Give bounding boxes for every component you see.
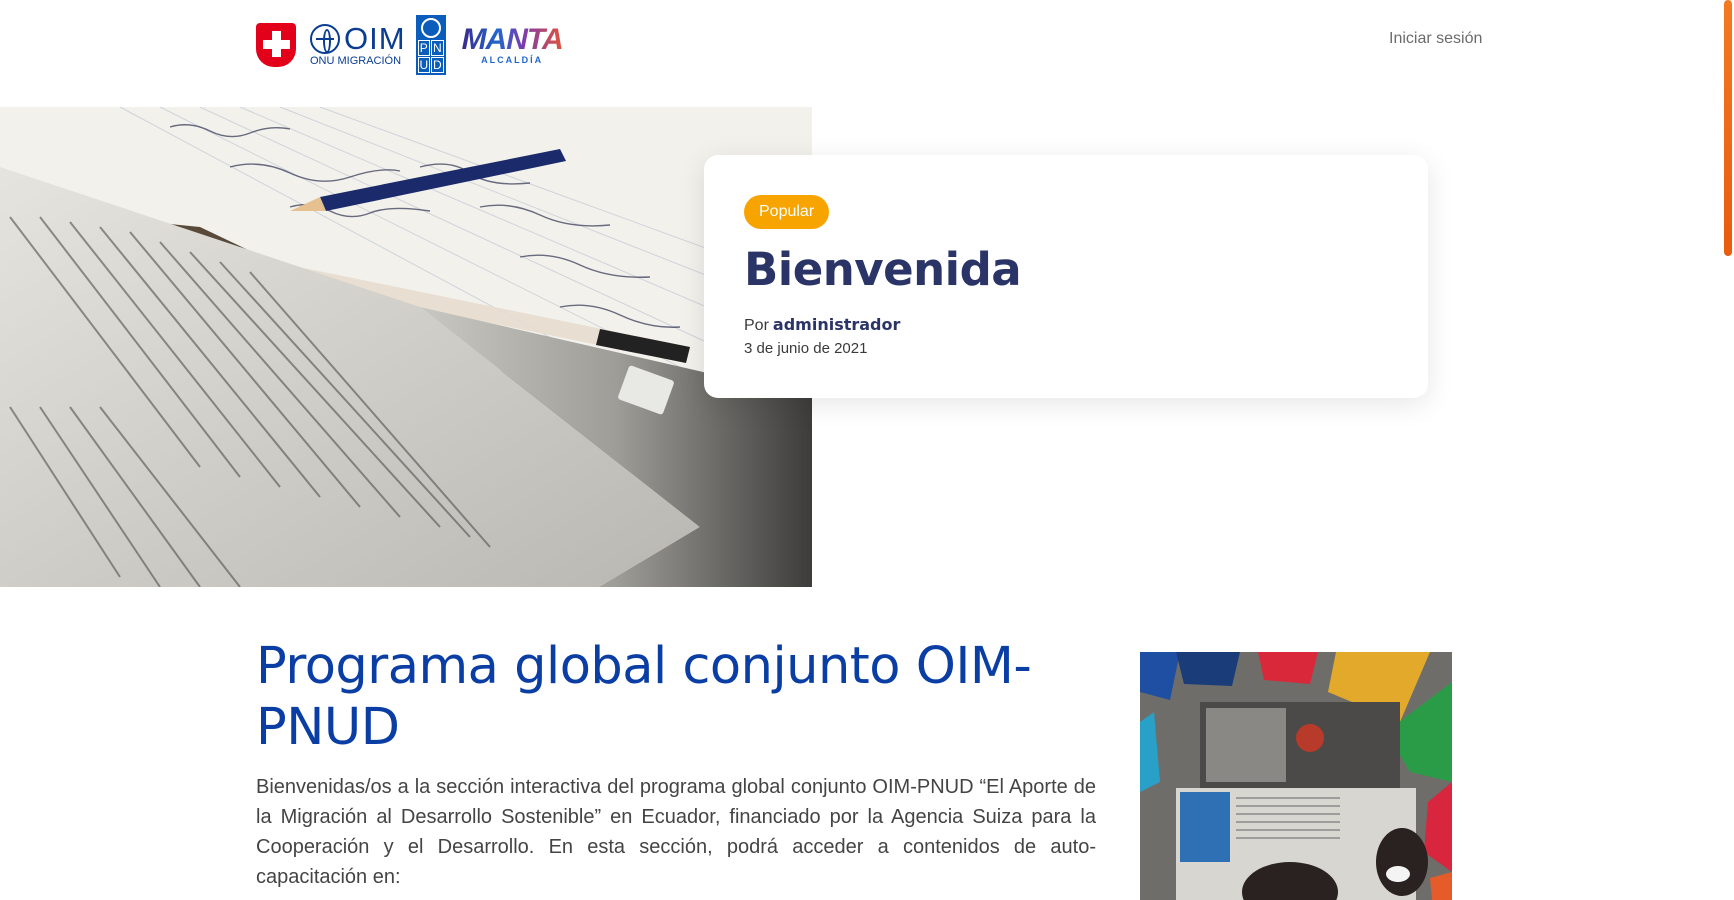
scrollbar-thumb[interactable] (1724, 0, 1732, 256)
pnud-letter: U (417, 57, 431, 73)
oim-logo-subtitle: ONU MIGRACIÓN (310, 55, 402, 67)
manta-logo-text: MANTA (461, 23, 564, 56)
popular-badge[interactable]: Popular (744, 195, 830, 229)
pnud-letter: P (417, 40, 431, 56)
author-link[interactable]: administrador (773, 315, 900, 334)
site-header: OIM ONU MIGRACIÓN P N U D MANTA ALCALDÍA… (0, 0, 1734, 107)
pnud-letter: D (431, 57, 444, 73)
section-title: Programa global conjunto OIM-PNUD (256, 637, 1032, 757)
pnud-letter: N (431, 40, 444, 56)
post-byline: Por administrador (744, 315, 900, 335)
swiss-flag-icon (256, 23, 296, 67)
oim-logo: OIM ONU MIGRACIÓN (310, 23, 406, 67)
byline-prefix: Por (744, 317, 769, 334)
page-scrollbar[interactable] (1722, 0, 1734, 900)
login-link[interactable]: Iniciar sesión (1389, 30, 1482, 48)
partner-logos[interactable]: OIM ONU MIGRACIÓN P N U D MANTA ALCALDÍA (256, 14, 564, 76)
manta-logo-subtitle: ALCALDÍA (481, 55, 544, 65)
oim-logo-text: OIM (344, 21, 406, 56)
hero-image (0, 107, 812, 587)
manta-logo: MANTA ALCALDÍA (461, 23, 564, 66)
post-date: 3 de junio de 2021 (744, 340, 868, 357)
poster-image (1140, 652, 1452, 900)
hero-card: Popular Bienvenida Por administrador 3 de… (704, 155, 1428, 398)
section-intro-text: Bienvenidas/os a la sección interactiva … (256, 776, 1096, 888)
un-globe-icon (420, 18, 441, 38)
post-title: Bienvenida (744, 243, 1022, 296)
pnud-logo: P N U D (415, 15, 446, 75)
un-globe-icon (310, 23, 340, 54)
